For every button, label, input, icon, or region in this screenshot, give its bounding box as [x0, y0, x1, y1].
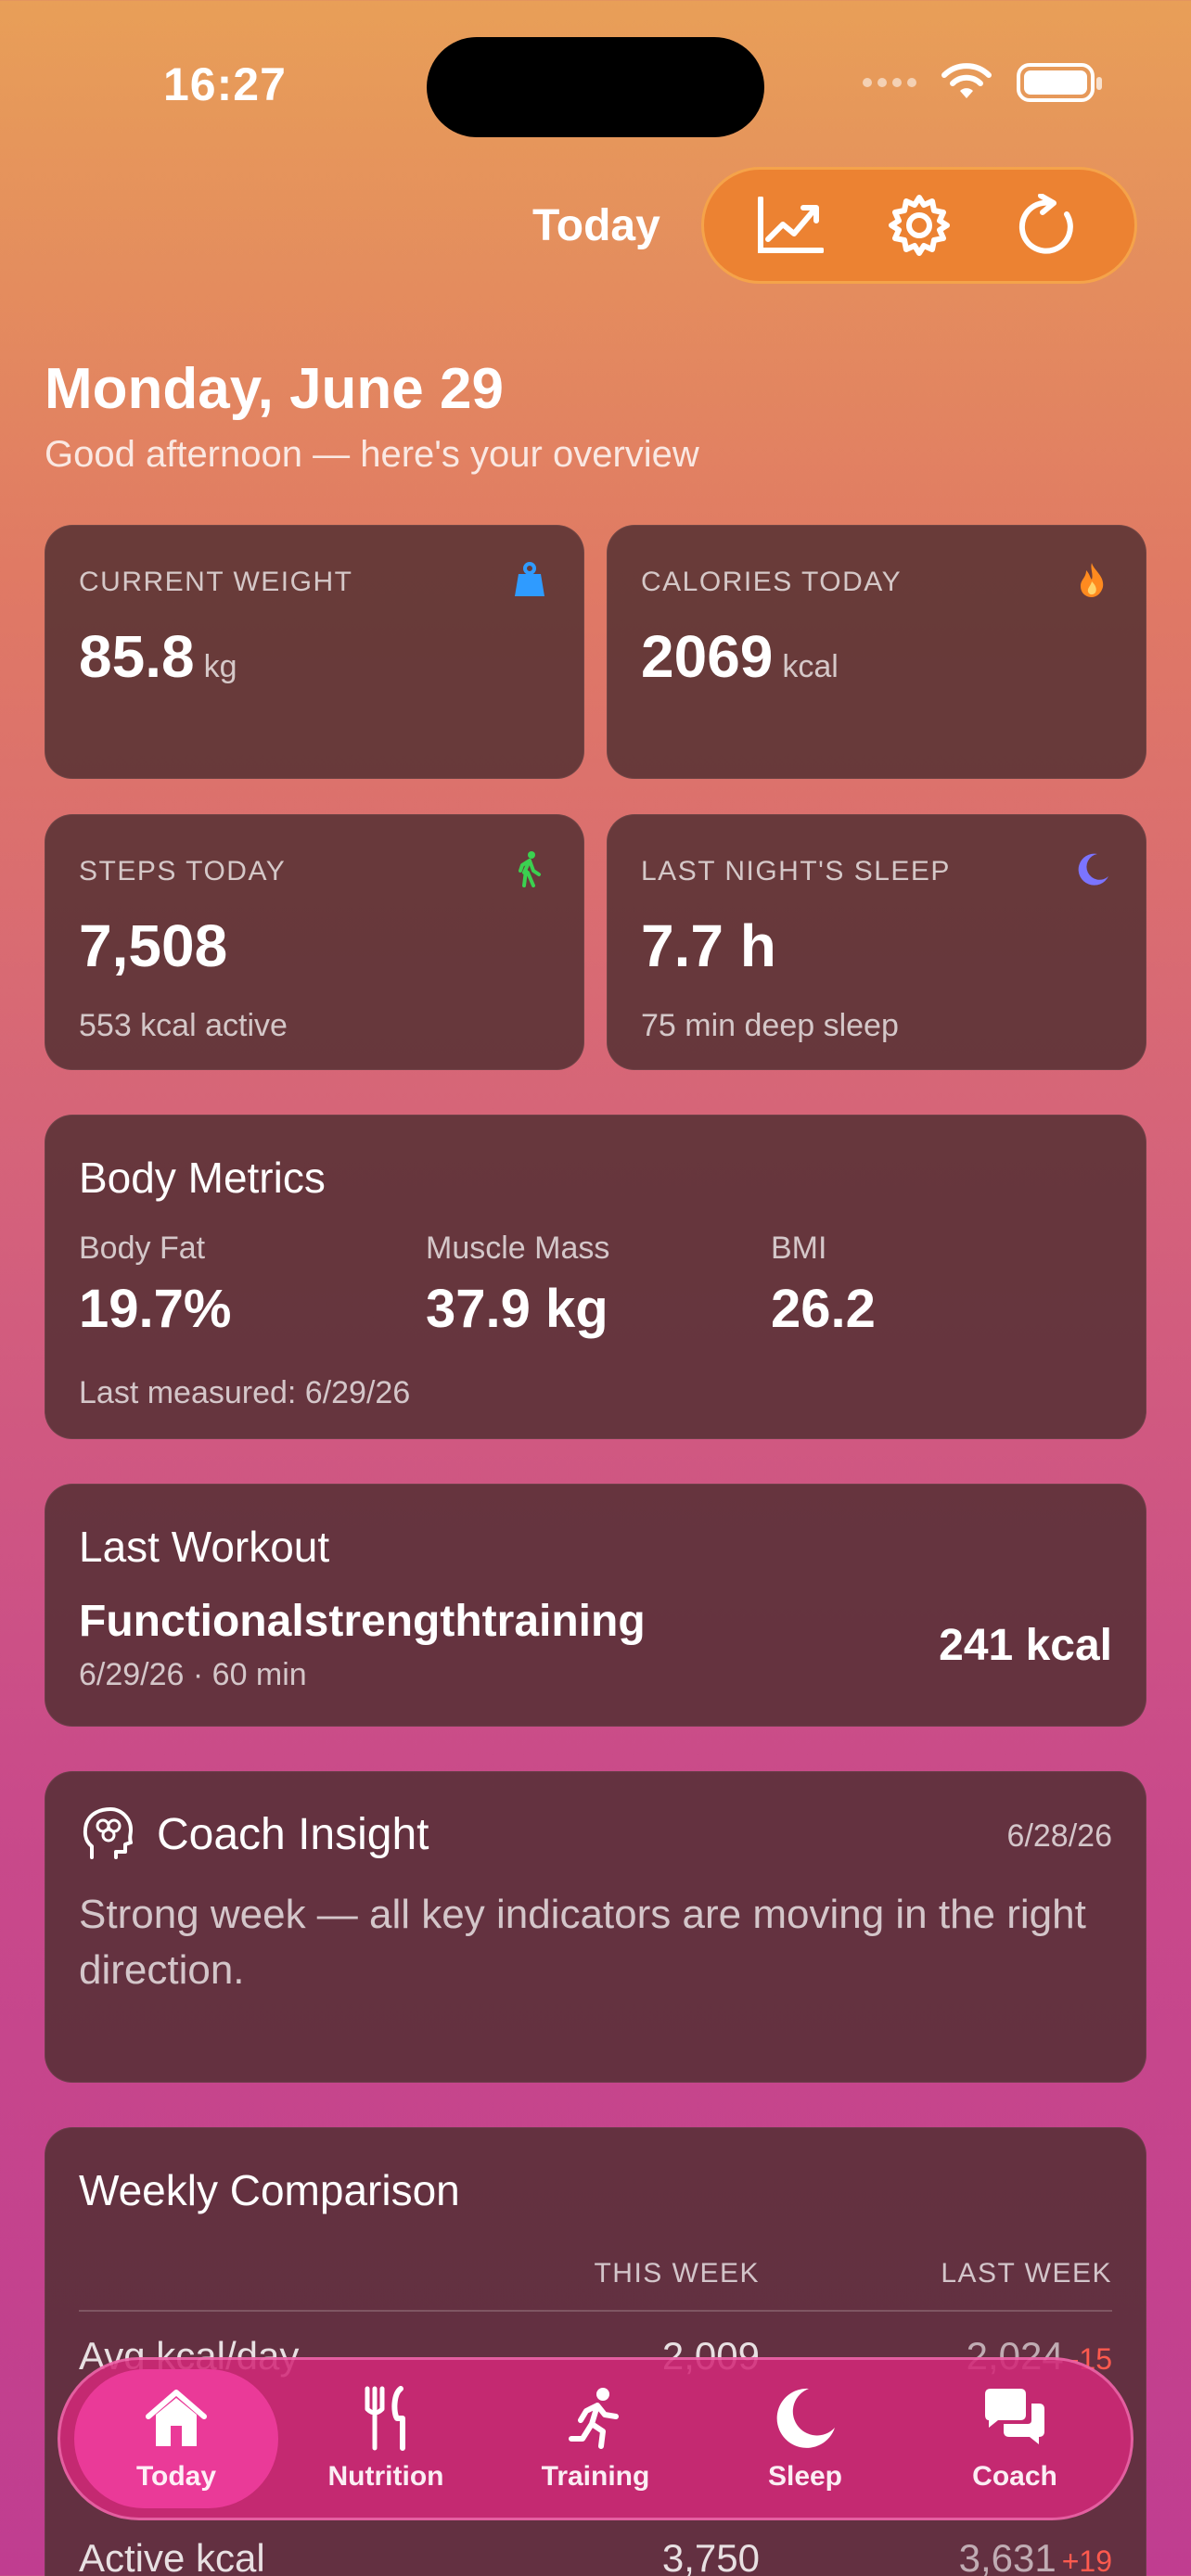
- wifi-icon: [941, 63, 992, 98]
- flame-icon: [1081, 563, 1104, 597]
- coach-insight-card[interactable]: Coach Insight 6/28/26 Strong week — all …: [45, 1771, 1146, 2083]
- refresh-icon: [1018, 194, 1073, 254]
- metric-label: Body Fat: [79, 1231, 206, 1266]
- cellular-signal-icon: [863, 78, 916, 87]
- column-header-this-week: THIS WEEK: [594, 2258, 760, 2289]
- stat-label: STEPS TODAY: [79, 856, 287, 886]
- stat-value: 85.8 kg: [79, 622, 237, 691]
- moon-icon: [776, 2388, 835, 2448]
- last-night-sleep-card[interactable]: LAST NIGHT'S SLEEP 7.7 h 75 min deep sle…: [607, 814, 1146, 1070]
- last-measured: Last measured: 6/29/26: [79, 1375, 411, 1410]
- muscle-mass-metric: Muscle Mass 37.9 kg: [426, 1231, 609, 1340]
- battery-icon: [1017, 63, 1102, 102]
- card-title: Coach Insight: [157, 1810, 429, 1859]
- card-title: Weekly Comparison: [79, 2166, 460, 2214]
- tab-nutrition[interactable]: Nutrition: [284, 2369, 488, 2508]
- delta-value: +19: [1061, 2544, 1112, 2576]
- stat-value: 7,508: [79, 912, 228, 979]
- insight-text: Strong week — all key indicators are mov…: [79, 1892, 1086, 1993]
- metric-value: 26.2: [771, 1279, 876, 1339]
- insight-date: 6/28/26: [1006, 1818, 1112, 1854]
- steps-today-card[interactable]: STEPS TODAY 7,508 553 kcal active: [45, 814, 584, 1070]
- this-week-value: 3,750: [661, 2536, 760, 2576]
- walk-icon: [519, 851, 541, 887]
- nav-toolbar: [701, 167, 1137, 284]
- last-week-number: 3,631: [958, 2536, 1057, 2576]
- tab-label: Nutrition: [327, 2461, 444, 2492]
- chat-bubbles-icon: [985, 2389, 1044, 2444]
- body-metrics-card[interactable]: Body Metrics Body Fat 19.7% Muscle Mass …: [45, 1115, 1146, 1439]
- fork-knife-icon: [365, 2386, 405, 2451]
- divider: [79, 2310, 1112, 2312]
- stat-subtext: 553 kcal active: [79, 1008, 288, 1043]
- trends-button[interactable]: [749, 184, 832, 267]
- weight-icon: [515, 562, 544, 596]
- brain-head-icon: [83, 1807, 133, 1859]
- column-header-last-week: LAST WEEK: [941, 2258, 1112, 2289]
- tab-label: Today: [135, 2461, 217, 2492]
- metric-label: BMI: [771, 1231, 827, 1266]
- page-title: Monday, June 29: [45, 357, 504, 421]
- dynamic-island: [427, 37, 764, 137]
- tab-label: Sleep: [767, 2461, 843, 2492]
- stat-value: 7.7 h: [641, 912, 776, 979]
- stat-subtext: 75 min deep sleep: [641, 1008, 899, 1043]
- workout-meta: 6/29/26 · 60 min: [79, 1657, 307, 1692]
- refresh-button[interactable]: [1006, 184, 1090, 267]
- chart-icon: [758, 197, 825, 253]
- weight-unit: kg: [203, 649, 237, 684]
- bmi-metric: BMI 26.2: [771, 1231, 876, 1340]
- stat-label: CALORIES TODAY: [641, 567, 903, 597]
- tab-sleep[interactable]: Sleep: [703, 2369, 907, 2508]
- tab-label: Coach: [972, 2461, 1057, 2492]
- comparison-row: Active kcal 3,750 3,631 +19: [79, 2536, 1112, 2576]
- tab-today[interactable]: Today: [74, 2369, 278, 2508]
- house-icon: [146, 2390, 207, 2446]
- stat-value: 2069 kcal: [641, 622, 839, 691]
- metric-value: 19.7%: [79, 1279, 232, 1339]
- metric-label: Muscle Mass: [426, 1231, 610, 1266]
- card-title: Body Metrics: [79, 1154, 326, 1202]
- body-fat-metric: Body Fat 19.7%: [79, 1231, 231, 1340]
- row-label: Active kcal: [79, 2536, 265, 2576]
- card-title: Last Workout: [79, 1523, 330, 1571]
- current-weight-card[interactable]: CURRENT WEIGHT 85.8 kg: [45, 525, 584, 779]
- tab-training[interactable]: Training: [493, 2369, 698, 2508]
- last-workout-card[interactable]: Last Workout Functionalstrengthtraining …: [45, 1484, 1146, 1727]
- tab-label: Training: [541, 2461, 650, 2492]
- settings-button[interactable]: [877, 184, 961, 267]
- status-indicators: [863, 63, 1102, 102]
- calories-value: 2069: [641, 623, 774, 690]
- last-week-value: 3,631 +19: [959, 2536, 1112, 2576]
- tab-bar: Today Nutrition Training Sleep Coach: [58, 2357, 1133, 2520]
- weight-value: 85.8: [79, 623, 195, 690]
- greeting-subtitle: Good afternoon — here's your overview: [45, 434, 699, 475]
- runner-icon: [569, 2388, 619, 2449]
- nav-title: Today: [532, 201, 660, 250]
- status-time: 16:27: [163, 58, 287, 110]
- stat-label: CURRENT WEIGHT: [79, 567, 353, 597]
- metric-value: 37.9 kg: [426, 1279, 608, 1339]
- moon-icon: [1078, 853, 1108, 886]
- workout-kcal: 241 kcal: [939, 1621, 1112, 1670]
- gear-icon: [888, 195, 950, 256]
- calories-today-card[interactable]: CALORIES TODAY 2069 kcal: [607, 525, 1146, 779]
- stat-label: LAST NIGHT'S SLEEP: [641, 856, 951, 886]
- calories-unit: kcal: [782, 649, 839, 684]
- workout-name: Functionalstrengthtraining: [79, 1597, 646, 1646]
- tab-coach[interactable]: Coach: [913, 2369, 1117, 2508]
